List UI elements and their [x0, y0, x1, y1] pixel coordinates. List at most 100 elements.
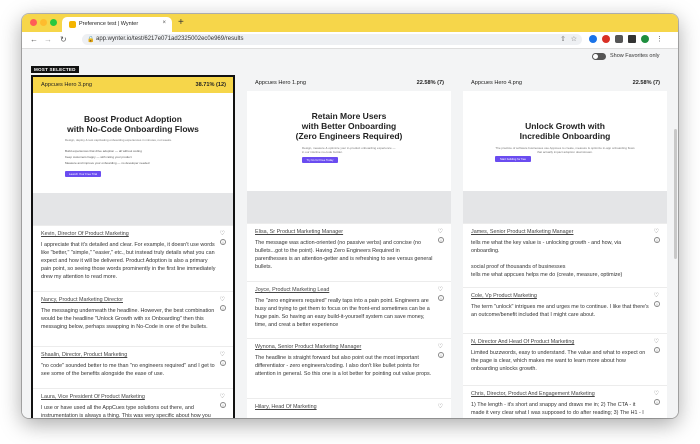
feedback-author[interactable]: N, Director And Head Of Product Marketin…: [471, 339, 574, 345]
feedback-author[interactable]: Nancy, Product Marketing Director: [41, 297, 123, 303]
back-icon[interactable]: ←: [30, 35, 38, 45]
feedback-item: James, Senior Product Marketing Manager …: [463, 223, 667, 288]
info-icon[interactable]: i: [654, 301, 660, 307]
menu-dots-icon[interactable]: ⋮: [656, 35, 663, 45]
hero-subtext: The practice of software businesses use …: [495, 146, 635, 154]
feedback-author[interactable]: Cole, Vp Product Marketing: [471, 293, 537, 299]
feedback-text: Limited buzzwords, easy to understand. T…: [471, 350, 646, 373]
feedback-author[interactable]: Shaalin, Director, Product Marketing: [41, 352, 127, 358]
address-bar[interactable]: 🔒 app.wynter.io/test/6217e071ad2325002ec…: [82, 34, 582, 45]
feedback-item: Hilary, Head Of Marketing ♡: [247, 398, 451, 418]
toggle-knob: [593, 54, 598, 59]
feedback-item: Wynona, Senior Product Marketing Manager…: [247, 338, 451, 399]
hero-bullet: Build experiences that drive adoption — …: [65, 149, 142, 153]
feedback-author[interactable]: Kevin, Director Of Product Marketing: [41, 231, 129, 237]
info-icon[interactable]: i: [220, 360, 226, 366]
hero-headline-line: with No-Code Onboarding Flows: [67, 124, 199, 134]
hero-headline-line: Unlock Growth with: [525, 121, 605, 131]
page-scrollbar[interactable]: [674, 129, 677, 259]
vote-percentage: 38.71% (12): [195, 82, 226, 88]
info-icon[interactable]: i: [220, 402, 226, 408]
minimize-window-button[interactable]: [40, 19, 47, 26]
result-column: Appcues Hero 4.png 22.58% (7) Unlock Gro…: [463, 75, 667, 418]
most-selected-badge: MOST SELECTED: [31, 66, 79, 73]
heart-icon[interactable]: ♡: [438, 228, 443, 235]
close-window-button[interactable]: [30, 19, 37, 26]
new-tab-button[interactable]: +: [178, 17, 184, 29]
feedback-author[interactable]: Laura, Vice President Of Product Marketi…: [41, 394, 145, 400]
feedback-text: The term "unlock" intrigues me and urges…: [471, 304, 649, 319]
info-icon[interactable]: i: [654, 399, 660, 405]
feedback-author[interactable]: Chris, Director, Product And Engagement …: [471, 391, 595, 397]
variant-preview[interactable]: Retain More Users with Better Onboarding…: [247, 91, 451, 191]
share-icon[interactable]: ⇧: [560, 35, 566, 43]
feedback-author[interactable]: Hilary, Head Of Marketing: [255, 404, 317, 410]
info-icon[interactable]: i: [438, 295, 444, 301]
feedback-author[interactable]: Wynona, Senior Product Marketing Manager: [255, 344, 361, 350]
column-header: Appcues Hero 1.png 22.58% (7): [247, 75, 451, 91]
result-column: Appcues Hero 1.png 22.58% (7) Retain Mor…: [247, 75, 451, 418]
profile-avatar[interactable]: [641, 35, 649, 43]
feedback-item: Shaalin, Director, Product Marketing ♡ i…: [33, 346, 233, 389]
preview-footer-area: [33, 193, 233, 225]
heart-icon[interactable]: ♡: [438, 343, 443, 350]
heart-icon[interactable]: ♡: [220, 351, 225, 358]
feedback-author[interactable]: Elisa, Sr Product Marketing Manager: [255, 229, 343, 235]
hero-headline-line: with Better Onboarding: [301, 121, 397, 131]
feedback-text: The message was action-oriented (no pass…: [255, 240, 433, 271]
heart-icon[interactable]: ♡: [438, 286, 443, 293]
feedback-item: Joyce, Product Marketing Lead ♡ i The "z…: [247, 281, 451, 339]
hero-subtext: Design, measure & optimize your in-produ…: [302, 146, 396, 154]
info-icon[interactable]: i: [220, 305, 226, 311]
heart-icon[interactable]: ♡: [654, 228, 659, 235]
browser-toolbar: ← → ↻ 🔒 app.wynter.io/test/6217e071ad232…: [22, 32, 678, 49]
maximize-window-button[interactable]: [50, 19, 57, 26]
preview-footer-area: [247, 191, 451, 223]
puzzle-icon[interactable]: [615, 35, 623, 43]
column-header: Appcues Hero 3.png 38.71% (12): [33, 77, 233, 93]
sidebar-icon[interactable]: [628, 35, 636, 43]
heart-icon[interactable]: ♡: [654, 292, 659, 299]
feedback-text: The headline is straight forward but als…: [255, 355, 432, 378]
hero-cta-button: Start building for free: [495, 156, 531, 162]
feedback-author[interactable]: James, Senior Product Marketing Manager: [471, 229, 573, 235]
tab-title: Preference test | Wynter: [79, 21, 139, 27]
info-icon[interactable]: i: [220, 239, 226, 245]
feedback-text: tells me what the key value is - unlocki…: [471, 240, 623, 279]
heart-icon[interactable]: ♡: [438, 403, 443, 410]
info-icon[interactable]: i: [438, 352, 444, 358]
browser-window: Preference test | Wynter × + ← → ↻ 🔒 app…: [22, 14, 678, 418]
info-icon[interactable]: i: [654, 237, 660, 243]
extension-badge-icon[interactable]: [602, 35, 610, 43]
feedback-item: N, Director And Head Of Product Marketin…: [463, 333, 667, 386]
hero-subtext: Design, deploy & test captivating onboar…: [65, 138, 172, 142]
hero-headline-line: (Zero Engineers Required): [295, 131, 403, 141]
feedback-author[interactable]: Joyce, Product Marketing Lead: [255, 287, 329, 293]
info-icon[interactable]: i: [438, 237, 444, 243]
feedback-text: The messaging underneath the headline. H…: [41, 308, 215, 331]
feedback-item: Nancy, Product Marketing Director ♡ i Th…: [33, 291, 233, 347]
variant-name: Appcues Hero 1.png: [255, 80, 306, 86]
hero-headline-line: Incredible Onboarding: [519, 131, 611, 141]
hero-cta-button: Try Us for Free Today: [302, 157, 338, 163]
heart-icon[interactable]: ♡: [220, 230, 225, 237]
heart-icon[interactable]: ♡: [220, 393, 225, 400]
bookmark-star-icon[interactable]: ☆: [571, 35, 577, 43]
heart-icon[interactable]: ♡: [654, 390, 659, 397]
tab-close-icon[interactable]: ×: [162, 20, 166, 26]
hero-cta-button: Launch Your Free Trial: [65, 171, 101, 177]
variant-preview[interactable]: Boost Product Adoption with No-Code Onbo…: [33, 93, 233, 193]
info-icon[interactable]: i: [654, 347, 660, 353]
variant-name: Appcues Hero 3.png: [41, 82, 92, 88]
vote-percentage: 22.58% (7): [416, 80, 444, 86]
browser-tab[interactable]: Preference test | Wynter ×: [62, 17, 172, 32]
forward-icon[interactable]: →: [44, 35, 52, 45]
preview-footer-area: [463, 191, 667, 223]
extension-icon[interactable]: [589, 35, 597, 43]
feedback-item: Kevin, Director Of Product Marketing ♡ i…: [33, 225, 233, 292]
heart-icon[interactable]: ♡: [654, 338, 659, 345]
variant-preview[interactable]: Unlock Growth with Incredible Onboarding…: [463, 91, 667, 191]
reload-icon[interactable]: ↻: [60, 35, 67, 45]
heart-icon[interactable]: ♡: [220, 296, 225, 303]
show-favorites-toggle[interactable]: [592, 53, 606, 60]
